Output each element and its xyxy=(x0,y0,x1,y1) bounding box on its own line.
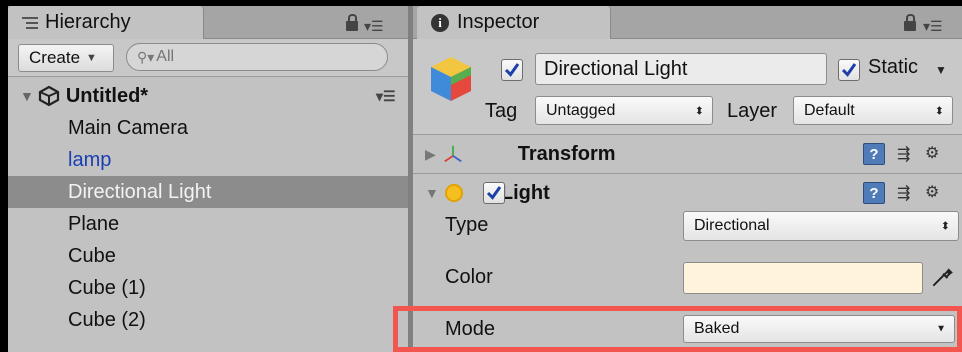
light-bulb-icon xyxy=(444,184,463,202)
layer-value: Default xyxy=(804,101,855,119)
inspector-tab-bar: i Inspector ▾☰ xyxy=(413,6,962,39)
gameobject-cube-icon xyxy=(431,57,471,101)
hierarchy-item-cube[interactable]: Cube xyxy=(8,240,408,272)
checkmark-icon xyxy=(504,63,520,77)
hierarchy-item-cube-2[interactable]: Cube (2) xyxy=(8,304,408,336)
hierarchy-item-main-camera[interactable]: Main Camera xyxy=(8,112,408,144)
mode-value: Baked xyxy=(694,320,740,337)
static-label: Static xyxy=(868,56,919,78)
eyedropper-icon[interactable] xyxy=(929,264,955,290)
active-checkbox[interactable] xyxy=(501,59,523,81)
transform-axes-icon xyxy=(444,145,462,163)
inspector-tab[interactable]: i Inspector xyxy=(417,6,611,39)
gear-icon[interactable]: ⚙ xyxy=(925,143,939,163)
hierarchy-toolbar: Create ▼ ⚲▾ xyxy=(8,39,408,77)
inspector-lock-icon[interactable] xyxy=(904,14,916,31)
light-gear-icon[interactable]: ⚙ xyxy=(925,182,939,202)
search-field[interactable]: ⚲▾ xyxy=(126,43,388,71)
dropdown-arrows-icon: ⬍ xyxy=(694,105,704,117)
type-label: Type xyxy=(445,214,489,236)
hierarchy-list-icon xyxy=(22,16,38,30)
hierarchy-item-lamp[interactable]: lamp xyxy=(8,144,408,176)
foldout-open-icon[interactable]: ▼ xyxy=(425,185,439,201)
tag-dropdown[interactable]: Untagged ⬍ xyxy=(535,96,713,125)
checkmark-icon xyxy=(486,186,502,200)
tag-label: Tag xyxy=(485,100,518,122)
hierarchy-item-directional-light[interactable]: Directional Light xyxy=(8,176,408,208)
color-field[interactable] xyxy=(683,262,923,294)
dropdown-arrows-icon: ⬍ xyxy=(940,220,950,233)
foldout-open-icon[interactable]: ▼ xyxy=(20,88,34,104)
hierarchy-item-plane[interactable]: Plane xyxy=(8,208,408,240)
inspector-tab-label: Inspector xyxy=(457,11,540,33)
hierarchy-tab-label: Hierarchy xyxy=(45,11,131,33)
light-title: Light xyxy=(500,181,550,204)
transform-title: Transform xyxy=(517,142,616,165)
static-dropdown-icon[interactable]: ▼ xyxy=(935,63,947,77)
hierarchy-list: Main Camera lamp Directional Light Plane… xyxy=(8,112,408,336)
scene-name: Untitled* xyxy=(65,84,149,107)
light-enabled-checkbox[interactable] xyxy=(483,182,505,204)
hierarchy-tab[interactable]: Hierarchy xyxy=(8,6,204,39)
search-input[interactable] xyxy=(156,48,357,66)
light-help-icon[interactable]: ? xyxy=(863,182,885,204)
hierarchy-item-cube-1[interactable]: Cube (1) xyxy=(8,272,408,304)
object-header: Directional Light Static ▼ Tag Untagged … xyxy=(413,39,962,135)
create-button-label: Create xyxy=(29,48,81,67)
hierarchy-tab-bar: Hierarchy ▾☰ xyxy=(8,6,408,39)
mode-dropdown[interactable]: Baked ▼ xyxy=(683,315,955,343)
type-dropdown[interactable]: Directional ⬍ xyxy=(683,211,959,241)
object-name-field[interactable]: Directional Light xyxy=(535,53,827,85)
dropdown-arrows-icon: ⬍ xyxy=(934,105,944,117)
tag-value: Untagged xyxy=(546,101,616,119)
type-value: Directional xyxy=(694,217,770,234)
help-icon[interactable]: ? xyxy=(863,143,885,165)
layer-label: Layer xyxy=(727,100,778,122)
lock-icon[interactable] xyxy=(346,14,358,31)
inspector-panel: i Inspector ▾☰ Directional Light Static … xyxy=(413,6,962,352)
create-button[interactable]: Create ▼ xyxy=(18,44,114,72)
inspector-menu-icon[interactable]: ▾☰ xyxy=(923,19,943,33)
scene-menu-icon[interactable]: ▾☰ xyxy=(376,89,396,103)
layer-dropdown[interactable]: Default ⬍ xyxy=(793,96,953,125)
preset-icon[interactable]: ⇶ xyxy=(897,144,910,164)
mode-label: Mode xyxy=(445,318,496,340)
foldout-closed-icon[interactable]: ▶ xyxy=(425,146,436,163)
checkmark-icon xyxy=(841,63,857,77)
search-icon[interactable]: ⚲▾ xyxy=(137,49,154,66)
transform-component-header[interactable]: ▶ Transform ? ⇶ ⚙ xyxy=(413,135,962,174)
hierarchy-panel: Hierarchy ▾☰ Create ▼ ⚲▾ ▼ Untitled* ▾☰ … xyxy=(8,6,408,352)
unity-scene-icon xyxy=(38,85,59,107)
chevron-down-icon: ▼ xyxy=(86,52,97,64)
static-checkbox[interactable] xyxy=(838,59,860,81)
info-icon: i xyxy=(431,13,449,32)
scene-row[interactable]: ▼ Untitled* ▾☰ xyxy=(8,78,408,114)
light-component-header[interactable]: ▼ Light ? ⇶ ⚙ xyxy=(413,174,962,212)
chevron-down-icon: ▼ xyxy=(936,323,946,335)
panel-menu-icon[interactable]: ▾☰ xyxy=(364,19,384,33)
color-label: Color xyxy=(445,266,493,288)
light-preset-icon[interactable]: ⇶ xyxy=(897,183,910,203)
